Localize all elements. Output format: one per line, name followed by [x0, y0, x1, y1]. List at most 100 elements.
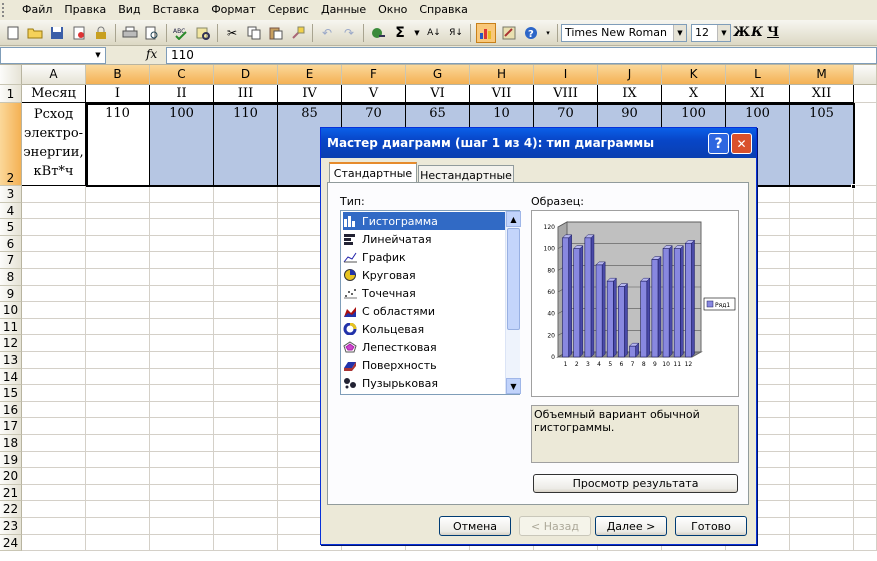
cell-a24[interactable] — [22, 534, 86, 552]
autosum-icon[interactable]: Σ — [391, 24, 409, 42]
cell-c13[interactable] — [150, 352, 214, 369]
cell-m10[interactable] — [790, 302, 854, 319]
cell-b3[interactable] — [86, 186, 150, 203]
column-header-h[interactable]: H — [470, 65, 534, 85]
cell-c16[interactable] — [150, 401, 214, 419]
cell-b15[interactable] — [86, 385, 150, 402]
cell-a9[interactable] — [22, 285, 86, 303]
cell-d21[interactable] — [214, 484, 278, 502]
cell-m1[interactable]: XII — [790, 85, 854, 103]
cell-a2[interactable]: Рсход электро-энергии, кВт*ч — [22, 103, 86, 186]
italic-button[interactable]: К — [749, 25, 765, 40]
cell-d9[interactable] — [214, 285, 278, 303]
cell-m9[interactable] — [790, 285, 854, 303]
cell-b10[interactable] — [86, 302, 150, 319]
close-button[interactable]: ✕ — [731, 133, 752, 154]
cell-j1[interactable]: IX — [598, 85, 662, 103]
cell-c11[interactable] — [150, 318, 214, 336]
list-item-column[interactable]: Гистограмма — [343, 212, 506, 230]
cell-m22[interactable] — [790, 501, 854, 518]
row-header-24[interactable]: 24 — [0, 534, 22, 552]
chevron-down-icon[interactable]: ▼ — [413, 24, 421, 42]
row-header-19[interactable]: 19 — [0, 451, 22, 469]
cell-b21[interactable] — [86, 484, 150, 502]
cell-d6[interactable] — [214, 235, 278, 253]
column-header-c[interactable]: C — [150, 65, 214, 85]
fill-handle[interactable] — [851, 184, 856, 189]
dialog-title-bar[interactable]: Мастер диаграмм (шаг 1 из 4): тип диагра… — [321, 128, 756, 158]
chart-type-list[interactable]: Гистограмма Линейчатая График Круговая Т… — [340, 210, 521, 395]
column-header-m[interactable]: M — [790, 65, 854, 85]
back-button[interactable]: < Назад — [519, 516, 591, 536]
toolbar-options-icon[interactable]: ▾ — [544, 24, 552, 42]
cell-b5[interactable] — [86, 219, 150, 236]
menu-edit[interactable]: Правка — [58, 1, 112, 19]
print-icon[interactable] — [121, 24, 139, 42]
save-disk-icon[interactable] — [48, 24, 66, 42]
list-item-surface[interactable]: Поверхность — [343, 356, 506, 374]
cell-c22[interactable] — [150, 501, 214, 518]
cell-c19[interactable] — [150, 451, 214, 469]
cell-a5[interactable] — [22, 219, 86, 236]
cell-c1[interactable]: II — [150, 85, 214, 103]
cell-m13[interactable] — [790, 352, 854, 369]
cell-m14[interactable] — [790, 368, 854, 386]
new-document-icon[interactable] — [4, 24, 22, 42]
cell-d5[interactable] — [214, 219, 278, 236]
column-header-b[interactable]: B — [86, 65, 150, 85]
list-item-doughnut[interactable]: Кольцевая — [343, 320, 506, 338]
cell-d19[interactable] — [214, 451, 278, 469]
cell-b14[interactable] — [86, 368, 150, 386]
underline-button[interactable]: Ч — [765, 25, 781, 40]
row-header-10[interactable]: 10 — [0, 302, 22, 319]
cell-m8[interactable] — [790, 269, 854, 286]
cell-c12[interactable] — [150, 335, 214, 352]
cell-c15[interactable] — [150, 385, 214, 402]
chevron-down-icon[interactable]: ▼ — [717, 24, 730, 41]
scroll-down-icon[interactable]: ▼ — [506, 378, 521, 394]
sort-descending-icon[interactable]: Я↓ — [447, 24, 465, 42]
cell-d23[interactable] — [214, 518, 278, 535]
row-header-13[interactable]: 13 — [0, 352, 22, 369]
column-header-i[interactable]: I — [534, 65, 598, 85]
cell-a23[interactable] — [22, 518, 86, 535]
cell-b12[interactable] — [86, 335, 150, 352]
cell-d4[interactable] — [214, 202, 278, 220]
cell-a1[interactable]: Месяц — [22, 85, 86, 103]
cell-a19[interactable] — [22, 451, 86, 469]
cell-b9[interactable] — [86, 285, 150, 303]
cell-d10[interactable] — [214, 302, 278, 319]
list-item-bubble[interactable]: Пузырьковая — [343, 374, 506, 392]
cell-f1[interactable]: V — [342, 85, 406, 103]
menu-insert[interactable]: Вставка — [147, 1, 206, 19]
column-header-d[interactable]: D — [214, 65, 278, 85]
row-header-11[interactable]: 11 — [0, 318, 22, 336]
cell-c5[interactable] — [150, 219, 214, 236]
cell-m19[interactable] — [790, 451, 854, 469]
cell-m2[interactable]: 105 — [790, 103, 854, 186]
cell-a13[interactable] — [22, 352, 86, 369]
list-item-area[interactable]: С областями — [343, 302, 506, 320]
row-header-18[interactable]: 18 — [0, 435, 22, 452]
column-header-e[interactable]: E — [278, 65, 342, 85]
cell-m15[interactable] — [790, 385, 854, 402]
cell-a18[interactable] — [22, 435, 86, 452]
cell-a17[interactable] — [22, 418, 86, 435]
scroll-up-icon[interactable]: ▲ — [506, 211, 521, 227]
open-folder-icon[interactable] — [26, 24, 44, 42]
cell-d17[interactable] — [214, 418, 278, 435]
cell-b16[interactable] — [86, 401, 150, 419]
cell-d18[interactable] — [214, 435, 278, 452]
cell-c7[interactable] — [150, 252, 214, 269]
row-header-7[interactable]: 7 — [0, 252, 22, 269]
paste-icon[interactable] — [267, 24, 285, 42]
cell-a3[interactable] — [22, 186, 86, 203]
cell-b6[interactable] — [86, 235, 150, 253]
cell-a6[interactable] — [22, 235, 86, 253]
cell-c20[interactable] — [150, 468, 214, 485]
cell-c9[interactable] — [150, 285, 214, 303]
column-header-g[interactable]: G — [406, 65, 470, 85]
cell-b23[interactable] — [86, 518, 150, 535]
row-header-2[interactable]: 2 — [0, 103, 22, 186]
hyperlink-icon[interactable] — [369, 24, 387, 42]
